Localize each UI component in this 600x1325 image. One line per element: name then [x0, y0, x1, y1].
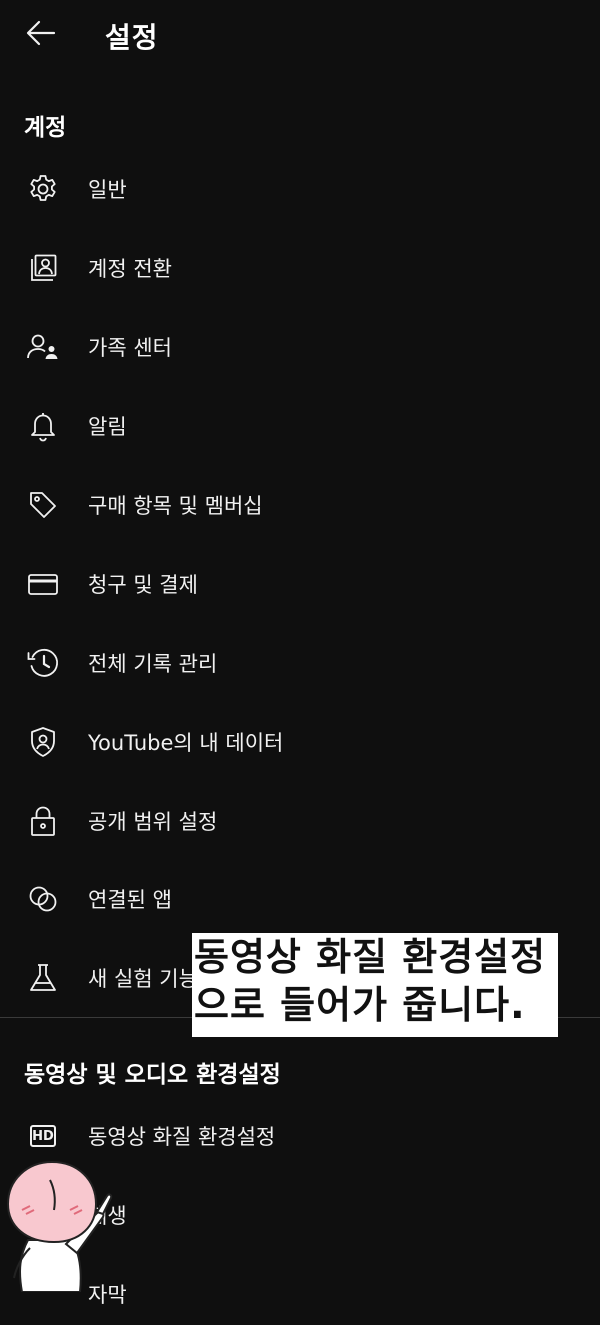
settings-item-your-data[interactable]: YouTube의 내 데이터 [0, 709, 600, 773]
section-header-account: 계정 [24, 115, 67, 141]
gear-icon [26, 172, 60, 206]
peach-character-sticker [0, 1140, 130, 1293]
settings-item-label: 새 실험 기능 [88, 967, 198, 991]
settings-item-label: 구매 항목 및 멤버십 [88, 494, 263, 518]
settings-item-purchases[interactable]: 구매 항목 및 멤버십 [0, 472, 600, 536]
settings-item-label: 일반 [88, 178, 127, 202]
settings-item-family-center[interactable]: 가족 센터 [0, 314, 600, 378]
settings-item-switch-account[interactable]: 계정 전환 [0, 235, 600, 299]
section-header-video-audio: 동영상 및 오디오 환경설정 [24, 1062, 281, 1088]
settings-item-label: 가족 센터 [88, 336, 172, 360]
shield-user-icon [26, 725, 60, 759]
annotation-line-1: 동영상 화질 환경설정 [194, 935, 547, 979]
settings-item-history[interactable]: 전체 기록 관리 [0, 630, 600, 694]
settings-item-label: 계정 전환 [88, 257, 172, 281]
top-app-bar: 설정 [0, 0, 600, 72]
annotation-callout: 동영상 화질 환경설정 으로 들어가 줍니다. [192, 933, 558, 1037]
page-title: 설정 [105, 21, 159, 54]
tag-icon [26, 488, 60, 522]
settings-item-label: 전체 기록 관리 [88, 652, 218, 676]
back-button[interactable] [18, 14, 64, 56]
settings-item-label: 알림 [88, 415, 127, 439]
settings-item-label: 연결된 앱 [88, 888, 172, 912]
linked-apps-icon [26, 882, 60, 916]
switch-account-icon [26, 251, 60, 285]
back-arrow-icon [26, 20, 56, 50]
settings-item-linked-apps[interactable]: 연결된 앱 [0, 866, 600, 930]
settings-item-privacy[interactable]: 공개 범위 설정 [0, 788, 600, 852]
settings-item-billing[interactable]: 청구 및 결제 [0, 551, 600, 615]
settings-item-label: 공개 범위 설정 [88, 810, 218, 834]
bell-icon [26, 409, 60, 443]
settings-item-general[interactable]: 일반 [0, 156, 600, 220]
family-icon [26, 330, 60, 364]
settings-item-label: YouTube의 내 데이터 [88, 731, 284, 755]
history-icon [26, 646, 60, 680]
credit-card-icon [26, 567, 60, 601]
flask-icon [26, 961, 60, 995]
annotation-line-2: 으로 들어가 줍니다. [194, 983, 526, 1027]
lock-icon [26, 804, 60, 838]
settings-item-label: 청구 및 결제 [88, 573, 198, 597]
settings-item-notifications[interactable]: 알림 [0, 393, 600, 457]
